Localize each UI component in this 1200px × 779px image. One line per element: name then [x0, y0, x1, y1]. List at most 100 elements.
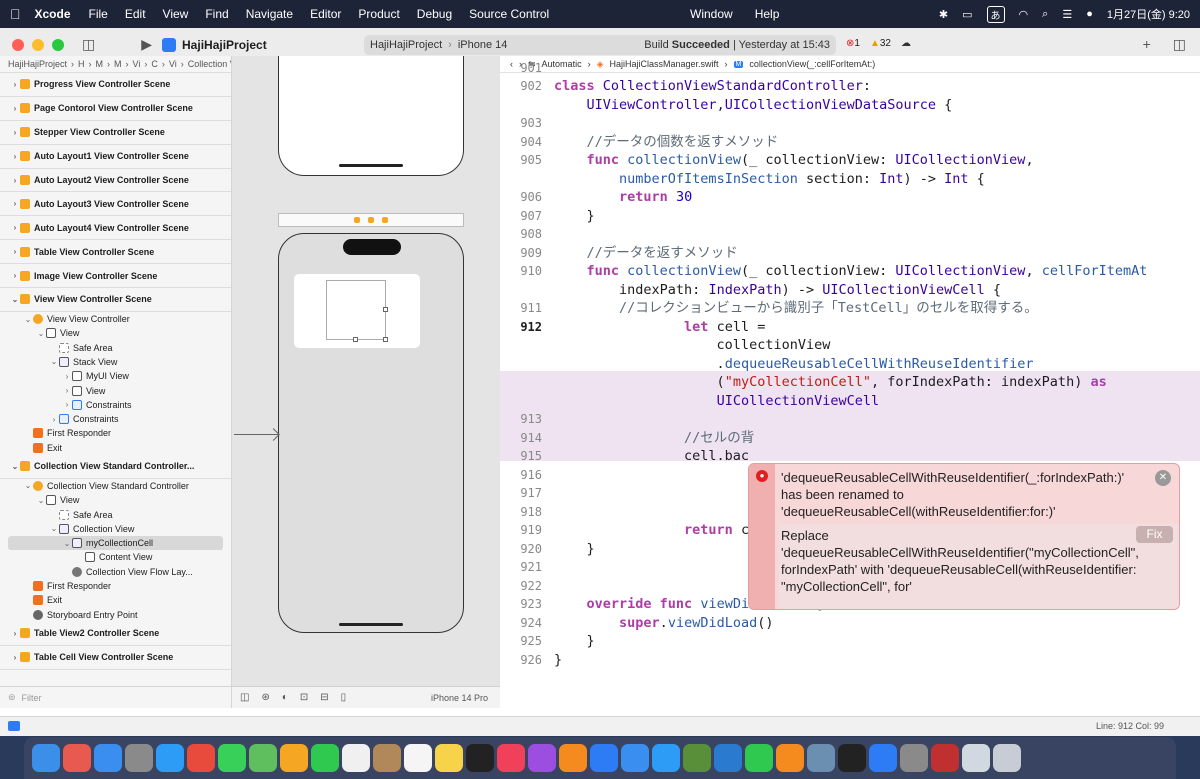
chevron-right-icon[interactable]: › — [10, 176, 20, 185]
close-icon[interactable]: ✕ — [1155, 470, 1171, 486]
device-label[interactable]: iPhone 14 Pro — [431, 693, 488, 703]
outline-item[interactable]: ⌄ Collection View Standard Controller... — [0, 455, 231, 479]
menu-find[interactable]: Find — [205, 7, 228, 21]
breadcrumb-item[interactable]: HajiHajiClassManager.swift — [610, 59, 719, 69]
outline-item[interactable]: ⌄ Collection View — [0, 522, 231, 536]
photos-icon[interactable] — [280, 744, 308, 772]
sidebar-toggle-icon[interactable]: ◫ — [82, 36, 95, 53]
xcode-icon[interactable] — [621, 744, 649, 772]
dictionary-icon[interactable] — [931, 744, 959, 772]
outline-item[interactable]: ⌄ View — [0, 326, 231, 340]
outline-item[interactable]: › Stepper View Controller Scene — [0, 121, 231, 145]
chevron-right-icon[interactable]: › — [10, 128, 20, 137]
reminders-icon[interactable] — [404, 744, 432, 772]
chevron-right-icon[interactable]: › — [10, 199, 20, 208]
trash-icon[interactable] — [993, 744, 1021, 772]
inspector-toggle-icon[interactable]: ◫ — [1173, 36, 1186, 53]
preview-icon[interactable] — [807, 744, 835, 772]
breadcrumb-item[interactable]: Collection View — [188, 59, 231, 69]
chevron-right-icon[interactable]: › — [62, 386, 72, 395]
chevron-down-icon[interactable]: ⌄ — [10, 295, 20, 304]
calendar-icon[interactable] — [342, 744, 370, 772]
chevron-right-icon[interactable]: › — [10, 223, 20, 232]
chevron-right-icon[interactable]: › — [10, 653, 20, 662]
bluetooth-icon[interactable]: ✱ — [939, 8, 948, 21]
outline-item[interactable]: ⌄ Stack View — [0, 355, 231, 369]
maps-icon[interactable] — [249, 744, 277, 772]
menu-view[interactable]: View — [163, 7, 189, 21]
embed-icon[interactable]: ⊡ — [300, 692, 308, 703]
resize-handle[interactable] — [353, 337, 358, 342]
menu-debug[interactable]: Debug — [417, 7, 452, 21]
storyboard-canvas[interactable]: ◫ ⊛ ◐ ⊡ ⊟ ▯ iPhone 14 Pro — [232, 56, 500, 708]
chevron-right-icon[interactable]: › — [10, 152, 20, 161]
scene-dock[interactable] — [278, 213, 464, 227]
menu-navigate[interactable]: Navigate — [246, 7, 293, 21]
facetime-icon[interactable] — [311, 744, 339, 772]
add-icon[interactable]: + — [1143, 36, 1151, 53]
launchpad-icon[interactable] — [63, 744, 91, 772]
zoom-icon[interactable] — [869, 744, 897, 772]
outline-item[interactable]: › Constraints — [0, 398, 231, 412]
apple-icon[interactable]:  — [10, 6, 21, 22]
outline-item[interactable]: › Auto Layout4 View Controller Scene — [0, 216, 231, 241]
outline-item[interactable]: ⌄ myCollectionCell — [8, 535, 223, 551]
battery-icon[interactable]: ▭ — [962, 8, 972, 21]
collection-view[interactable] — [294, 274, 420, 348]
chevron-down-icon[interactable]: ⌄ — [49, 357, 59, 366]
font-book-icon[interactable] — [900, 744, 928, 772]
menu-editor[interactable]: Editor — [310, 7, 341, 21]
chevron-right-icon[interactable]: › — [10, 247, 20, 256]
wifi-icon[interactable]: ◠ — [1019, 8, 1029, 21]
outline-item[interactable]: Content View — [0, 550, 231, 564]
menu-help[interactable]: Help — [755, 7, 780, 21]
outline-item[interactable]: Safe Area — [0, 341, 231, 355]
align-icon[interactable]: ⊟ — [320, 692, 328, 703]
cloud-icon[interactable]: ☁ — [901, 38, 911, 49]
collection-cell[interactable] — [326, 280, 388, 342]
device-icon[interactable]: ▯ — [341, 692, 347, 703]
resize-handle[interactable] — [383, 307, 388, 312]
outline-item[interactable]: ⌄ View View Controller — [0, 312, 231, 326]
chrome-icon[interactable] — [187, 744, 215, 772]
update-frames-icon[interactable]: ⊛ — [261, 692, 269, 703]
entry-point-arrow[interactable] — [234, 434, 278, 435]
minimize-button[interactable] — [32, 38, 44, 51]
resize-handle[interactable] — [383, 337, 388, 342]
menu-source-control[interactable]: Source Control — [469, 7, 549, 21]
outline-toggle-icon[interactable]: ◫ — [240, 692, 249, 703]
outline-item[interactable]: › Auto Layout1 View Controller Scene — [0, 145, 231, 169]
books-icon[interactable] — [559, 744, 587, 772]
menu-window[interactable]: Window — [690, 7, 733, 21]
outline-item[interactable]: › MyUI View — [0, 369, 231, 383]
close-button[interactable] — [12, 38, 24, 51]
outline-item[interactable]: Exit — [0, 441, 231, 455]
outline-item[interactable]: ⌄ View — [0, 493, 231, 507]
breadcrumb-item[interactable]: collectionView(_:cellForItemAt:) — [749, 59, 875, 69]
chevron-down-icon[interactable]: ⌄ — [23, 315, 33, 324]
notes-icon[interactable] — [435, 744, 463, 772]
debug-area-toggle-icon[interactable] — [8, 721, 20, 731]
issue-counts[interactable]: ⊗1 ▲32 ☁ — [846, 38, 911, 49]
filter-icon[interactable]: ⊜ — [8, 692, 16, 703]
outline-item[interactable]: › Progress View Controller Scene — [0, 73, 231, 97]
outline-item[interactable]: Collection View Flow Lay... — [0, 565, 231, 579]
run-icon[interactable]: ▶ — [141, 36, 152, 53]
safari-icon[interactable] — [156, 744, 184, 772]
menu-app-name[interactable]: Xcode — [35, 7, 71, 21]
zoom-button[interactable] — [52, 38, 64, 51]
breadcrumb-item[interactable]: Automatic — [542, 59, 582, 69]
messages-icon[interactable] — [218, 744, 246, 772]
chevron-down-icon[interactable]: ⌄ — [23, 481, 33, 490]
search-icon[interactable]: ⌕ — [1042, 8, 1048, 21]
siri-icon[interactable]: ● — [1086, 8, 1093, 20]
script-editor-icon[interactable] — [683, 744, 711, 772]
chevron-right-icon[interactable]: › — [10, 629, 20, 638]
chevron-right-icon[interactable]: › — [10, 271, 20, 280]
chevron-right-icon[interactable]: › — [62, 400, 72, 409]
outline-item[interactable]: › Table Cell View Controller Scene — [0, 646, 231, 670]
chevron-down-icon[interactable]: ⌄ — [10, 462, 20, 471]
music-icon[interactable] — [497, 744, 525, 772]
tv-icon[interactable] — [466, 744, 494, 772]
outline-item[interactable]: › Auto Layout3 View Controller Scene — [0, 192, 231, 217]
